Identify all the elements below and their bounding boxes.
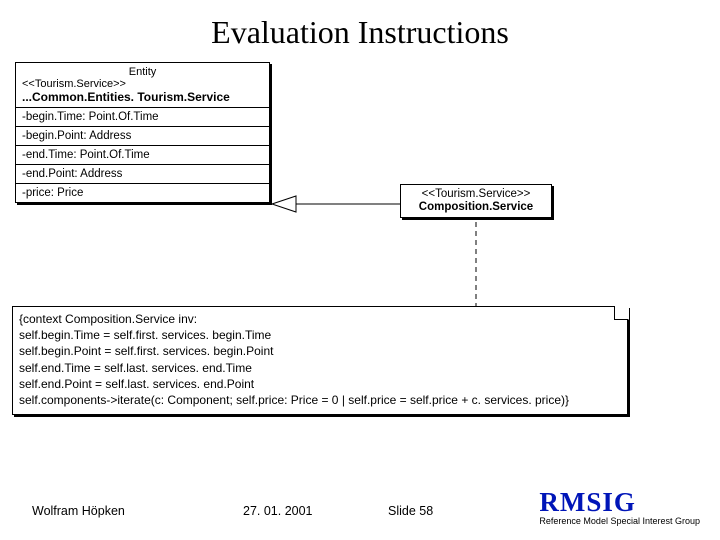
entity-stereotype: <<Tourism.Service>> [22, 78, 263, 90]
uml-class-header: Entity <<Tourism.Service>> ...Common.Ent… [16, 63, 269, 108]
constraint-line: self.begin.Point = self.first. services.… [19, 343, 621, 359]
constraint-line: self.components->iterate(c: Component; s… [19, 392, 621, 408]
constraint-line: self.end.Point = self.last. services. en… [19, 376, 621, 392]
composition-classname: Composition.Service [401, 200, 551, 217]
entity-label: Entity [22, 66, 263, 78]
uml-attribute: -begin.Point: Address [16, 127, 269, 146]
footer-date: 27. 01. 2001 [243, 504, 313, 518]
uml-attribute: -price: Price [16, 184, 269, 202]
uml-class-composition-service: <<Tourism.Service>> Composition.Service [400, 184, 552, 218]
uml-attribute: -begin.Time: Point.Of.Time [16, 108, 269, 127]
footer-author: Wolfram Höpken [32, 504, 125, 518]
uml-attributes: -begin.Time: Point.Of.Time -begin.Point:… [16, 108, 269, 202]
uml-class-tourism-service: Entity <<Tourism.Service>> ...Common.Ent… [15, 62, 270, 203]
footer-logo: RMSIG Reference Model Special Interest G… [539, 489, 700, 526]
uml-attribute: -end.Point: Address [16, 165, 269, 184]
page-title: Evaluation Instructions [0, 14, 720, 51]
note-fold-corner-icon [614, 306, 628, 320]
footer-slide-number: Slide 58 [388, 504, 433, 518]
composition-stereotype: <<Tourism.Service>> [401, 185, 551, 200]
constraint-line: self.begin.Time = self.first. services. … [19, 327, 621, 343]
entity-classname: ...Common.Entities. Tourism.Service [22, 90, 263, 104]
logo-acronym: RMSIG [539, 489, 700, 516]
uml-attribute: -end.Time: Point.Of.Time [16, 146, 269, 165]
logo-subtitle: Reference Model Special Interest Group [539, 516, 700, 526]
constraint-line: self.end.Time = self.last. services. end… [19, 360, 621, 376]
ocl-constraint-note: {context Composition.Service inv: self.b… [12, 306, 628, 415]
constraint-line: {context Composition.Service inv: [19, 311, 621, 327]
